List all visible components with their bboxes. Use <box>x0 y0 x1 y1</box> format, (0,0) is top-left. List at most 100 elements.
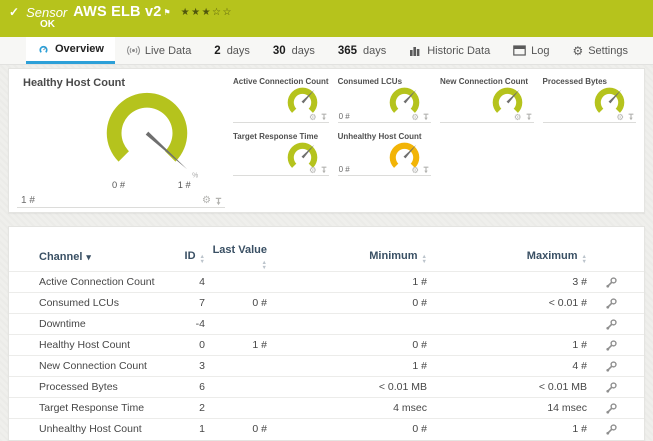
channel-settings-icon[interactable] <box>605 381 618 394</box>
gauge-value: 1 # <box>21 195 35 206</box>
gauge-title: Healthy Host Count <box>23 77 126 89</box>
table-row-downtime: Downtime -4 <box>9 313 644 334</box>
tab-label: days <box>363 44 387 57</box>
channel-minimum: 1 # <box>412 276 427 288</box>
channel-name[interactable]: Active Connection Count <box>39 276 177 288</box>
gauge-tile-healthy-host-count: Healthy Host Count % 0 # 1 # 1 # ⚙ <box>17 75 225 208</box>
tab-30-days[interactable]: 30 days <box>262 37 326 64</box>
channel-maximum: 14 msec <box>547 402 587 414</box>
pin-icon[interactable] <box>214 197 223 206</box>
tab-settings[interactable]: ⚙ Settings <box>561 37 639 64</box>
tab-label: Historic Data <box>427 44 491 57</box>
channel-settings-icon[interactable] <box>605 318 618 331</box>
channel-settings-icon[interactable] <box>605 423 618 436</box>
channel-minimum: 0 # <box>412 339 427 351</box>
channel-id: 0 <box>199 339 205 351</box>
gear-icon[interactable]: ⚙ <box>616 112 624 122</box>
tab-label: days <box>291 44 315 57</box>
gauge-unit: % <box>192 172 198 179</box>
channel-id: -4 <box>195 318 205 330</box>
channel-name[interactable]: Target Response Time <box>39 402 177 414</box>
column-header-id[interactable]: ID ▲ ▼ <box>177 250 205 264</box>
tab-number: 2 <box>214 44 221 57</box>
column-header-last-value[interactable]: Last Value ▲ ▼ <box>205 244 267 270</box>
channel-id: 7 <box>199 297 205 309</box>
channel-maximum: < 0.01 MB <box>538 381 587 393</box>
tab-live-data[interactable]: Live Data <box>116 37 202 64</box>
gauge-tile-new-connection-count: New Connection Count ⚙ <box>440 75 534 123</box>
tab-365-days[interactable]: 365 days <box>327 37 397 64</box>
gear-icon[interactable]: ⚙ <box>411 165 419 175</box>
tab-label: days <box>226 44 250 57</box>
sensor-header: ✓ Sensor AWS ELB v2 ⚑ ★★★☆☆ OK <box>0 0 653 37</box>
tab-label: Settings <box>588 44 628 57</box>
tab-number: 30 <box>272 44 286 57</box>
tab-label: Log <box>531 44 550 57</box>
channel-settings-icon[interactable] <box>605 402 618 415</box>
channel-name[interactable]: Healthy Host Count <box>39 339 177 351</box>
channel-id: 1 <box>199 423 205 435</box>
gear-icon[interactable]: ⚙ <box>514 112 522 122</box>
sensor-title: AWS ELB v2 <box>73 4 162 20</box>
channel-name[interactable]: New Connection Count <box>39 360 177 372</box>
gauge-tile-target-response-time: Target Response Time ⚙ <box>233 130 329 176</box>
column-header-maximum[interactable]: Maximum ▲ ▼ <box>427 250 587 264</box>
channel-maximum: 3 # <box>572 276 587 288</box>
channel-last-value: 0 # <box>252 297 267 309</box>
gauge-scale-max: 1 # <box>178 180 192 190</box>
table-row-unhealthy-host-count: Unhealthy Host Count 1 0 # 0 # 1 # <box>9 418 644 439</box>
channel-settings-icon[interactable] <box>605 360 618 373</box>
tab-log[interactable]: Log <box>502 37 560 64</box>
pin-icon[interactable] <box>627 113 635 121</box>
channel-settings-icon[interactable] <box>605 339 618 352</box>
table-body: Active Connection Count 4 1 # 3 # Consumed L… <box>9 271 644 439</box>
channel-id: 2 <box>199 402 205 414</box>
log-icon <box>513 45 526 56</box>
sort-desc-icon: ▾ <box>86 252 91 262</box>
column-header-channel[interactable]: Channel ▾ <box>39 251 177 263</box>
channel-id: 4 <box>199 276 205 288</box>
channel-name[interactable]: Consumed LCUs <box>39 297 177 309</box>
channel-minimum: 0 # <box>412 423 427 435</box>
column-header-minimum[interactable]: Minimum ▲ ▼ <box>267 250 427 264</box>
sensor-kind-label: Sensor <box>26 4 68 20</box>
tab-label: Live Data <box>144 44 192 57</box>
gauge-value: 0 # <box>338 112 350 121</box>
tab-overview[interactable]: Overview <box>26 37 115 64</box>
table-row-consumed-lcus: Consumed LCUs 7 0 # 0 # < 0.01 # <box>9 292 644 313</box>
gear-icon[interactable]: ⚙ <box>309 165 317 175</box>
priority-stars[interactable]: ★★★☆☆ <box>181 7 233 18</box>
pin-icon[interactable] <box>422 113 430 121</box>
gear-icon[interactable]: ⚙ <box>202 196 211 206</box>
gauge-icon <box>39 45 48 53</box>
gear-icon[interactable]: ⚙ <box>411 112 419 122</box>
flag-icon: ⚑ <box>163 7 171 17</box>
channel-minimum: < 0.01 MB <box>378 381 427 393</box>
channel-settings-icon[interactable] <box>605 276 618 289</box>
table-row-healthy-host-count: Healthy Host Count 0 1 # 0 # 1 # <box>9 334 644 355</box>
channel-name[interactable]: Downtime <box>39 318 177 330</box>
tab-historic-data[interactable]: Historic Data <box>398 37 501 64</box>
status-check-icon: ✓ <box>9 5 20 19</box>
gauge-tile-unhealthy-host-count: Unhealthy Host Count 0 # ⚙ <box>337 130 432 176</box>
pin-icon[interactable] <box>525 113 533 121</box>
tab-bar: Overview Live Data 2 days 30 days 365 da… <box>0 37 653 65</box>
tab-2-days[interactable]: 2 days <box>203 37 261 64</box>
channel-settings-icon[interactable] <box>605 297 618 310</box>
table-row-target-response-time: Target Response Time 2 4 msec 14 msec <box>9 397 644 418</box>
table-header-row: Channel ▾ ID ▲ ▼ Last Value ▲ ▼ Minimum ▲ ▼ Max… <box>9 243 644 271</box>
channel-table-panel: Channel ▾ ID ▲ ▼ Last Value ▲ ▼ Minimum ▲ ▼ Max… <box>8 226 645 441</box>
gauge-value: 0 # <box>338 165 350 174</box>
channel-name[interactable]: Processed Bytes <box>39 381 177 393</box>
channel-name[interactable]: Unhealthy Host Count <box>39 423 177 435</box>
gauge-scale-min: 0 # <box>112 180 126 190</box>
channel-last-value: 0 # <box>252 423 267 435</box>
pin-icon[interactable] <box>320 113 328 121</box>
live-data-icon <box>126 45 140 56</box>
channel-id: 3 <box>199 360 205 372</box>
table-row-processed-bytes: Processed Bytes 6 < 0.01 MB < 0.01 MB <box>9 376 644 397</box>
pin-icon[interactable] <box>422 166 430 174</box>
gear-icon[interactable]: ⚙ <box>309 112 317 122</box>
pin-icon[interactable] <box>320 166 328 174</box>
gear-icon: ⚙ <box>572 43 584 58</box>
